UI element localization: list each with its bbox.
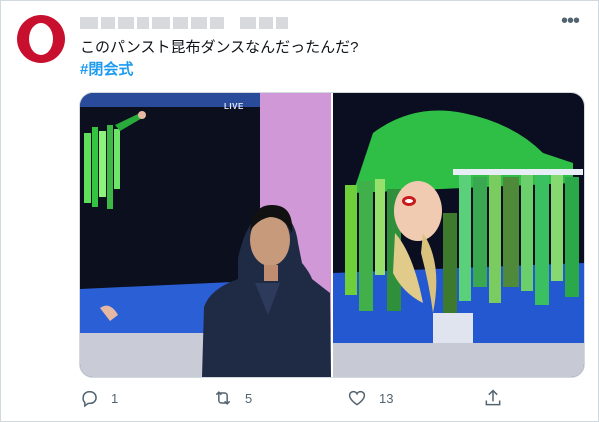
share-icon bbox=[485, 389, 501, 406]
photo-left-image bbox=[80, 93, 331, 377]
like-count: 13 bbox=[379, 390, 394, 406]
media-grid: LIVE bbox=[79, 92, 585, 378]
reply-icon bbox=[82, 391, 97, 408]
retweet-icon bbox=[215, 391, 231, 405]
more-icon[interactable]: ••• bbox=[560, 11, 580, 35]
photo-right-image bbox=[333, 93, 584, 377]
author-name-redacted bbox=[80, 17, 300, 31]
photo-right[interactable] bbox=[333, 93, 584, 377]
photo-left[interactable]: LIVE bbox=[80, 93, 331, 377]
hashtag-link[interactable]: #閉会式 bbox=[80, 60, 133, 80]
tweet-text: このパンスト昆布ダンスなんだったんだ? bbox=[80, 39, 359, 56]
retweet-count: 5 bbox=[245, 390, 253, 406]
like-icon bbox=[348, 390, 366, 406]
share-button[interactable] bbox=[483, 388, 515, 408]
reply-count: 1 bbox=[111, 390, 119, 406]
reply-button[interactable]: 1 bbox=[79, 388, 118, 408]
action-bar: 1 5 13 bbox=[79, 388, 583, 410]
avatar[interactable] bbox=[17, 15, 65, 63]
retweet-button[interactable]: 5 bbox=[213, 388, 252, 408]
opera-logo-icon bbox=[29, 23, 53, 55]
live-badge: LIVE bbox=[224, 102, 244, 111]
like-button[interactable]: 13 bbox=[347, 388, 393, 408]
